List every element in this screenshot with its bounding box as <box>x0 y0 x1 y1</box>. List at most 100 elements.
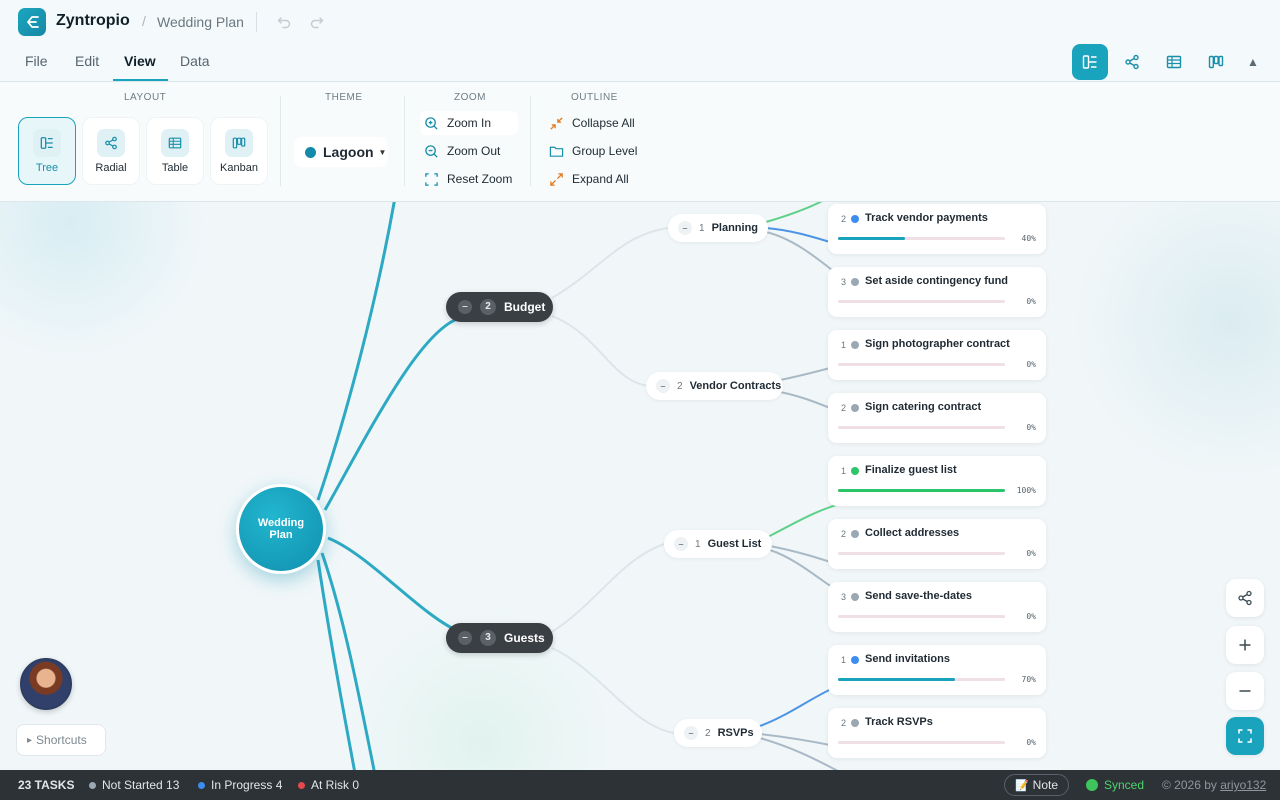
task-title: Sign photographer contract <box>865 338 1010 350</box>
branch-node-guests[interactable]: – 3 Guests <box>446 623 553 653</box>
document-title[interactable]: Wedding Plan <box>157 14 244 30</box>
layout-table-button[interactable]: Table <box>146 117 204 185</box>
app-logo-icon[interactable] <box>18 8 46 36</box>
share-icon[interactable] <box>1114 44 1150 80</box>
task-index: 1 <box>841 655 847 665</box>
theme-select[interactable]: Lagoon ▼ <box>294 137 388 167</box>
collapse-toggle-icon[interactable]: – <box>458 300 472 314</box>
task-status-dot <box>851 719 859 727</box>
group-index: 2 <box>677 380 683 392</box>
plus-icon <box>1239 639 1251 651</box>
tree-view-icon[interactable] <box>1072 44 1108 80</box>
collapse-all-button[interactable]: Collapse All <box>545 111 641 135</box>
zoom-in-fab[interactable] <box>1226 626 1264 664</box>
group-node-planning[interactable]: – 1 Planning <box>668 214 768 242</box>
task-card[interactable]: 1 Sign photographer contract 0% <box>828 330 1046 380</box>
note-button[interactable]: 📝 Note <box>1004 774 1069 796</box>
task-status-dot <box>851 656 859 664</box>
expand-icon <box>550 172 563 186</box>
menu-tab-data[interactable]: Data <box>180 53 210 79</box>
branch-node-budget[interactable]: – 2 Budget <box>446 292 553 322</box>
group-title: RSVPs <box>717 727 754 739</box>
task-progress-label: 70% <box>1021 675 1036 684</box>
kanban-view-icon[interactable] <box>1198 44 1234 80</box>
task-status-dot <box>851 278 859 286</box>
chevron-right-icon: ▸ <box>27 734 33 746</box>
menu-tab-edit[interactable]: Edit <box>75 53 99 79</box>
task-progress-label: 0% <box>1026 612 1036 621</box>
branch-index: 2 <box>480 299 496 315</box>
undo-icon[interactable] <box>274 12 294 32</box>
task-card[interactable]: 3 Set aside contingency fund 0% <box>828 267 1046 317</box>
layout-tree-button[interactable]: Tree <box>18 117 76 185</box>
expand-all-button[interactable]: Expand All <box>545 167 635 191</box>
layout-table-label: Table <box>161 162 189 174</box>
reset-zoom-button[interactable]: Reset Zoom <box>420 167 518 191</box>
theme-color-swatch <box>305 146 316 158</box>
not-started-count: Not Started 13 <box>89 778 179 792</box>
task-progress-label: 40% <box>1021 234 1036 243</box>
group-title: Planning <box>711 222 759 234</box>
task-progress-label: 100% <box>1016 486 1036 495</box>
task-index: 3 <box>841 592 847 602</box>
mindmap-canvas[interactable]: Wedding Plan – 2 Budget – 3 Guests – 1 P… <box>0 202 1280 770</box>
at-risk-label: At Risk 0 <box>311 778 360 792</box>
layout-group-label: LAYOUT <box>124 92 167 103</box>
memo-icon: 📝 <box>1014 779 1029 792</box>
connector-lines <box>316 202 849 770</box>
task-progress-bar <box>838 678 1005 681</box>
ribbon: LAYOUT Tree Radial Table Kanban THEME La… <box>0 82 1280 202</box>
redo-icon[interactable] <box>307 12 327 32</box>
copyright: © 2026 by ariyo132 <box>1162 778 1266 792</box>
group-node-guest-list[interactable]: – 1 Guest List <box>664 530 772 558</box>
zoom-in-button[interactable]: Zoom In <box>420 111 518 135</box>
status-dot <box>198 781 205 789</box>
branch-index: 3 <box>480 630 496 646</box>
task-card[interactable]: 2 Sign catering contract 0% <box>828 393 1046 443</box>
shortcuts-button[interactable]: ▸ Shortcuts <box>16 724 106 756</box>
group-level-button[interactable]: Group Level <box>545 139 643 163</box>
layout-radial-button[interactable]: Radial <box>82 117 140 185</box>
task-card[interactable]: 1 Send invitations 70% <box>828 645 1046 695</box>
collapse-toggle-icon[interactable]: – <box>458 631 472 645</box>
root-node[interactable]: Wedding Plan <box>236 484 326 574</box>
group-node-vendor-contracts[interactable]: – 2 Vendor Contracts <box>646 372 783 400</box>
table-view-icon[interactable] <box>1156 44 1192 80</box>
collapse-toggle-icon[interactable]: – <box>678 221 692 235</box>
menu-tab-view[interactable]: View <box>113 53 168 81</box>
task-card[interactable]: 2 Track vendor payments 40% <box>828 204 1046 254</box>
share-map-button[interactable] <box>1226 579 1264 617</box>
collapse-toggle-icon[interactable]: – <box>684 726 698 740</box>
collapse-toggle-icon[interactable]: – <box>674 537 688 551</box>
group-title: Vendor Contracts <box>689 380 782 392</box>
task-status-dot <box>851 530 859 538</box>
task-card[interactable]: 2 Track RSVPs 0% <box>828 708 1046 758</box>
task-progress-bar <box>838 489 1005 492</box>
menu-tab-file[interactable]: File <box>25 53 48 79</box>
task-card[interactable]: 3 Send save-the-dates 0% <box>828 582 1046 632</box>
task-index: 2 <box>841 403 847 413</box>
group-node-rsvps[interactable]: – 2 RSVPs <box>674 719 762 747</box>
task-card[interactable]: 1 Finalize guest list 100% <box>828 456 1046 506</box>
app-name: Zyntropio <box>56 12 130 29</box>
zoom-in-label: Zoom In <box>447 116 492 130</box>
collapse-toggle-icon[interactable]: – <box>656 379 670 393</box>
layout-radial-label: Radial <box>95 162 127 174</box>
fit-view-button[interactable] <box>1226 717 1264 755</box>
zoom-out-fab[interactable] <box>1226 672 1264 710</box>
group-index: 1 <box>695 538 701 550</box>
collapse-ribbon-icon[interactable]: ▲ <box>1247 55 1259 69</box>
divider <box>530 96 531 186</box>
zoom-out-button[interactable]: Zoom Out <box>420 139 506 163</box>
layout-kanban-button[interactable]: Kanban <box>210 117 268 185</box>
task-card[interactable]: 2 Collect addresses 0% <box>828 519 1046 569</box>
task-status-dot <box>851 215 859 223</box>
avatar[interactable] <box>20 658 72 710</box>
task-count: 23 TASKS <box>18 778 75 792</box>
status-dot <box>298 781 305 789</box>
author-link[interactable]: ariyo132 <box>1220 778 1266 792</box>
chevron-down-icon: ▼ <box>378 147 387 157</box>
task-progress-bar <box>838 615 1005 618</box>
table-icon <box>161 129 189 157</box>
minus-icon <box>1239 690 1251 692</box>
